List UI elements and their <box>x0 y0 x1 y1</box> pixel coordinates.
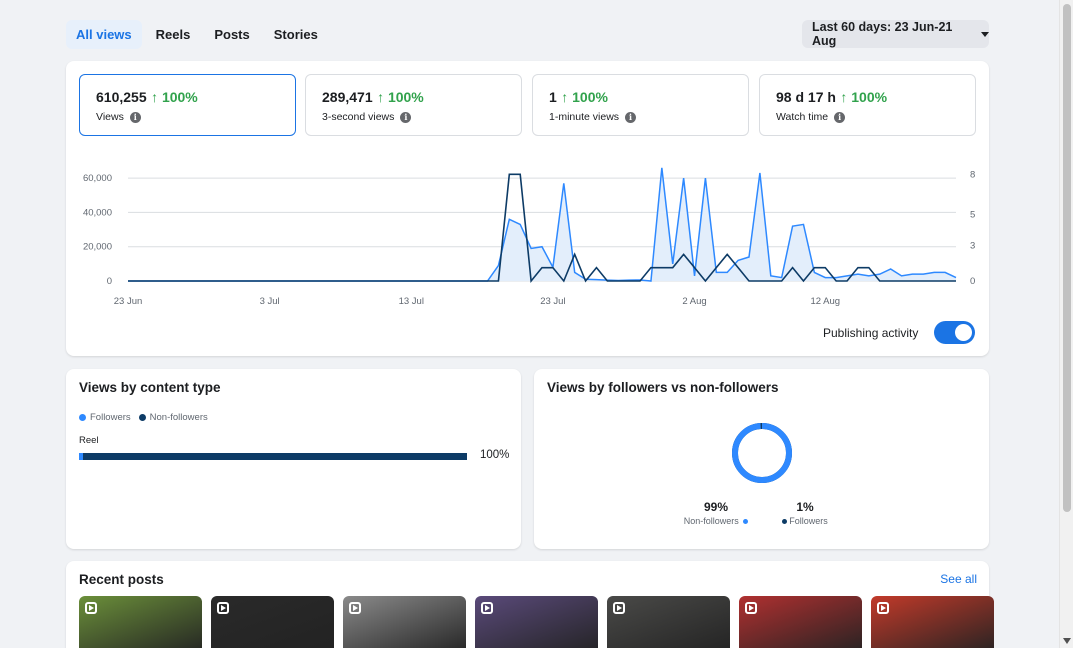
views-by-followers-card: Views by followers vs non-followers 99% … <box>534 369 989 549</box>
card-title: Views by followers vs non-followers <box>547 380 779 395</box>
recent-post-thumbnail[interactable] <box>475 596 598 648</box>
metric-change: ↑ 100% <box>377 89 424 105</box>
metric-change: ↑ 100% <box>840 89 888 105</box>
caret-down-icon <box>981 31 989 37</box>
recent-post-thumbnail[interactable] <box>79 596 202 648</box>
legend: Followers Non-followers <box>79 412 208 423</box>
reel-icon <box>349 602 361 614</box>
metric-value: 289,471 <box>322 89 373 105</box>
metric-change: ↑ 100% <box>561 89 608 105</box>
x-tick-label: 12 Aug <box>810 296 840 307</box>
reel-icon <box>217 602 229 614</box>
followers-segment <box>79 453 83 460</box>
tab-reels[interactable]: Reels <box>146 20 201 49</box>
recent-post-thumbnail[interactable] <box>739 596 862 648</box>
y-right-tick-label: 0 <box>970 276 975 287</box>
recent-posts-card: Recent posts See all <box>66 561 994 648</box>
non-followers-pct: 99% <box>703 500 729 514</box>
x-tick-label: 13 Jul <box>399 296 424 307</box>
date-range-label: Last 60 days: 23 Jun-21 Aug <box>812 20 953 48</box>
metric-label: Watch time <box>776 111 829 123</box>
views-line-chart: 0 20,000 40,000 60,000 0 3 5 8 23 Jun 3 Jul 13 Jul… <box>83 167 975 307</box>
see-all-link[interactable]: See all <box>940 572 977 586</box>
y-left-tick-label: 40,000 <box>83 207 112 218</box>
recent-post-thumbnail[interactable] <box>871 596 994 648</box>
metric-3-second-views[interactable]: 289,471 ↑ 100% 3-second views i <box>305 74 522 136</box>
non-followers-arc <box>732 423 792 483</box>
metric-value: 98 d 17 h <box>776 89 836 105</box>
scroll-down-arrow-icon[interactable] <box>1063 638 1071 644</box>
recent-post-thumbnail[interactable] <box>211 596 334 648</box>
date-range-button[interactable]: Last 60 days: 23 Jun-21 Aug <box>802 20 989 48</box>
views-area <box>128 167 956 281</box>
metric-label: 1-minute views <box>549 111 620 123</box>
metric-value: 610,255 <box>96 89 147 105</box>
metric-value: 1 <box>549 89 557 105</box>
toggle-knob <box>955 324 973 341</box>
y-right-tick-label: 3 <box>970 240 975 251</box>
reel-icon <box>481 602 493 614</box>
row-percent: 100% <box>480 449 510 461</box>
metric-label: 3-second views <box>322 111 395 123</box>
reel-icon <box>85 602 97 614</box>
reel-icon <box>877 602 889 614</box>
x-tick-label: 2 Aug <box>682 296 706 307</box>
followers-donut-chart <box>730 421 794 490</box>
page-scrollbar[interactable] <box>1059 0 1073 648</box>
y-right-tick-label: 8 <box>970 169 975 180</box>
y-right-tick-label: 5 <box>970 209 975 220</box>
metric-change: ↑ 100% <box>151 89 198 105</box>
views-by-content-type-card: Views by content type Followers Non-foll… <box>66 369 521 549</box>
scrollbar-thumb[interactable] <box>1063 4 1071 512</box>
x-tick-label: 3 Jul <box>260 296 280 307</box>
view-tabs: All views Reels Posts Stories <box>66 20 328 49</box>
info-icon[interactable]: i <box>129 111 141 123</box>
recent-post-thumbnail[interactable] <box>607 596 730 648</box>
views-overview-card: 610,255 ↑ 100% Views i 289,471 ↑ 100% 3-s… <box>66 61 989 356</box>
tab-all-views[interactable]: All views <box>66 20 142 49</box>
publishing-activity-control: Publishing activity <box>823 321 976 344</box>
x-tick-label: 23 Jun <box>114 296 143 307</box>
info-icon[interactable]: i <box>834 111 846 123</box>
legend-followers: Followers <box>79 412 131 423</box>
y-left-tick-label: 60,000 <box>83 173 112 184</box>
non-followers-stat: 99% Non-followers <box>674 500 758 526</box>
reel-icon <box>613 602 625 614</box>
publishing-activity-label: Publishing activity <box>823 325 919 340</box>
legend-non-followers: Non-followers <box>138 412 208 423</box>
metric-watch-time[interactable]: 98 d 17 h ↑ 100% Watch time i <box>759 74 976 136</box>
recent-posts-list <box>79 596 994 648</box>
publishing-activity-toggle[interactable] <box>934 321 976 344</box>
y-left-tick-label: 0 <box>107 276 112 287</box>
followers-stat: 1% Followers <box>770 500 840 526</box>
y-left-tick-label: 20,000 <box>83 242 112 253</box>
card-title: Recent posts <box>79 572 164 587</box>
metric-label: Views <box>96 111 124 123</box>
recent-post-thumbnail[interactable] <box>343 596 466 648</box>
row-label: Reel <box>79 435 99 446</box>
x-tick-label: 23 Jul <box>540 296 565 307</box>
reel-icon <box>745 602 757 614</box>
followers-label: Followers <box>789 516 828 526</box>
reel-bar <box>79 453 467 460</box>
card-title: Views by content type <box>79 380 221 395</box>
metric-views[interactable]: 610,255 ↑ 100% Views i <box>79 74 296 136</box>
metric-1-minute-views[interactable]: 1 ↑ 100% 1-minute views i <box>532 74 749 136</box>
tab-stories[interactable]: Stories <box>264 20 328 49</box>
followers-pct: 1% <box>796 500 814 514</box>
tab-posts[interactable]: Posts <box>204 20 259 49</box>
non-followers-label: Non-followers <box>683 516 739 526</box>
info-icon[interactable]: i <box>400 111 412 123</box>
info-icon[interactable]: i <box>625 111 637 123</box>
